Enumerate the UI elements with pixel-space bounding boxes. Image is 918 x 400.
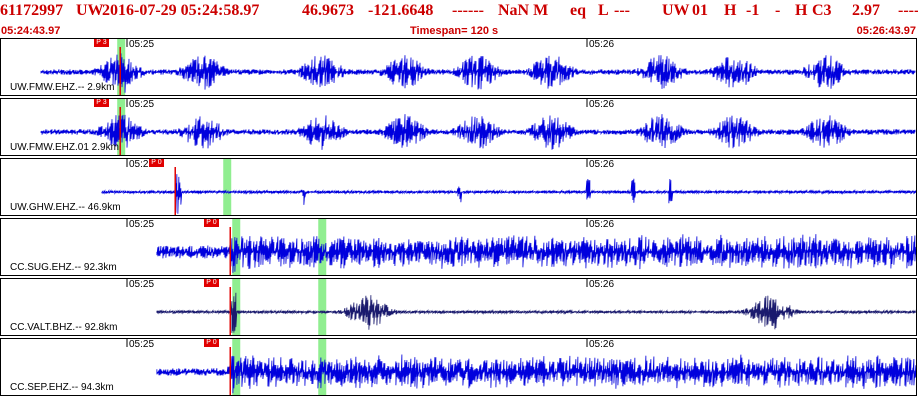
time-tick-label: 05:26	[589, 99, 615, 110]
seismogram-panels: 05:25 05:26 P 3 UW.FMW.EHZ.-- 2.9km 05:25 05:…	[0, 38, 918, 400]
event-datetime: 2016-07-29 05:24:58.97	[102, 2, 260, 19]
trace-panel[interactable]: 05:25 05:26 P 3 UW.FMW.EHZ.-- 2.9km	[0, 38, 917, 96]
event-id: 61172997	[0, 2, 64, 19]
header-dashes-2: ---	[614, 2, 630, 19]
time-tick-label: 05:26	[589, 219, 615, 230]
trace-panel[interactable]: 05:25 05:26 P 0 UW.GHW.EHZ.-- 46.9km	[0, 158, 917, 216]
event-version: 01	[692, 2, 708, 19]
event-longitude: -121.6648	[368, 2, 434, 19]
start-time: 05:24:43.97	[1, 25, 61, 37]
waveform-trace	[156, 234, 916, 273]
event-dash: -	[775, 2, 781, 19]
waveform-trace	[156, 292, 916, 333]
event-header: 61172997 UW 2016-07-29 05:24:58.97 46.96…	[0, 0, 918, 22]
pick-flag[interactable]: P 0	[204, 339, 219, 347]
waveform-trace	[40, 53, 916, 93]
station-channel-label: UW.GHW.EHZ.-- 46.9km	[10, 202, 121, 213]
event-latitude: 46.9673	[302, 2, 354, 19]
header-dashes-1: ------	[452, 2, 484, 19]
event-l: L	[598, 2, 609, 19]
event-neg: -1	[746, 2, 760, 19]
pick-flag[interactable]: P 3	[94, 39, 109, 47]
station-channel-label: CC.VALT.BHZ.-- 92.8km	[10, 322, 118, 333]
station-channel-label: CC.SEP.EHZ.-- 94.3km	[10, 382, 114, 393]
pick-flag[interactable]: P 0	[149, 159, 164, 167]
event-h1: H	[724, 2, 737, 19]
station-channel-label: UW.FMW.EHZ.01 2.9km	[10, 142, 119, 153]
time-tick-label: 05:25	[129, 279, 155, 290]
trace-panel[interactable]: 05:25 05:26 P 0 CC.SUG.EHZ.-- 92.3km	[0, 218, 917, 276]
pick-flag[interactable]: P 0	[204, 219, 219, 227]
pick-flag[interactable]: P 0	[204, 279, 219, 287]
arrival-marker	[318, 279, 327, 335]
event-magnitude: NaN M	[498, 2, 549, 19]
time-tick-label: 05:25	[129, 339, 155, 350]
header-dashes-3: -----	[898, 2, 918, 19]
time-tick-label: 05:26	[589, 339, 615, 350]
pick-flag[interactable]: P 3	[94, 99, 109, 107]
time-tick-label: 05:26	[589, 39, 615, 50]
time-tick-label: 05:25	[129, 39, 155, 50]
end-time: 05:26:43.97	[856, 25, 916, 37]
event-type: eq	[570, 2, 586, 19]
time-tick-label: 05:26	[589, 279, 615, 290]
station-channel-label: UW.FMW.EHZ.-- 2.9km	[10, 82, 115, 93]
event-network: UW	[76, 2, 104, 19]
event-c: C3	[812, 2, 832, 19]
arrival-marker	[223, 159, 232, 215]
time-tick-label: 05:25	[129, 99, 155, 110]
time-tick-label: 05:26	[589, 159, 615, 170]
waveform-trace	[40, 114, 916, 150]
time-tick-label: 05:25	[129, 219, 155, 230]
timespan-label: Timespan= 120 s	[410, 25, 499, 37]
event-source: UW	[662, 2, 690, 19]
waveform-trace	[156, 354, 916, 394]
trace-panel[interactable]: 05:25 05:26 P 0 CC.VALT.BHZ.-- 92.8km	[0, 278, 917, 336]
time-range-bar: 05:24:43.97 Timespan= 120 s 05:26:43.97	[0, 24, 918, 38]
trace-panel[interactable]: 05:25 05:26 P 3 UW.FMW.EHZ.01 2.9km	[0, 98, 917, 156]
station-channel-label: CC.SUG.EHZ.-- 92.3km	[10, 262, 117, 273]
event-depth: 2.97	[852, 2, 880, 19]
trace-panel[interactable]: 05:25 05:26 P 0 CC.SEP.EHZ.-- 94.3km	[0, 338, 917, 396]
event-h2: H	[795, 2, 808, 19]
